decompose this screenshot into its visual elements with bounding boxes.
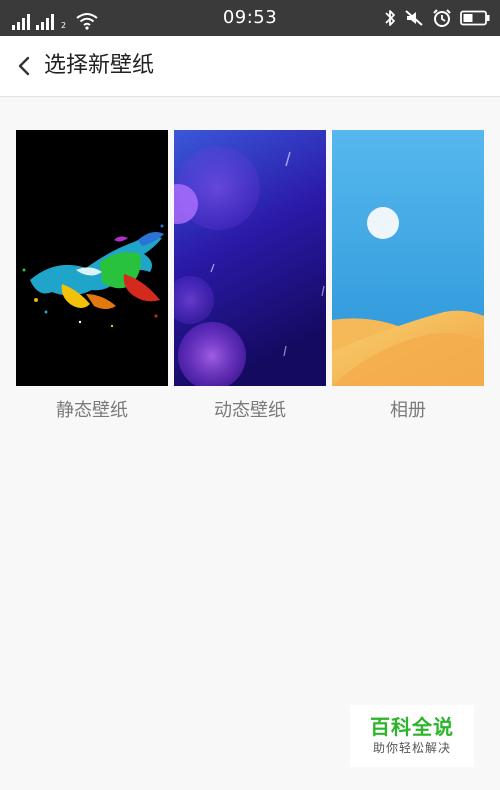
status-bar-right [384, 7, 490, 29]
watermark-subtitle: 助你轻松解决 [372, 741, 451, 755]
title-bar: 选择新壁纸 [0, 36, 500, 97]
option-album-label: 相册 [390, 400, 426, 421]
back-button[interactable] [6, 46, 42, 86]
live-wallpaper-thumbnail[interactable] [174, 130, 326, 386]
watermark-logo: 百科全说 助你轻松解决 [350, 705, 474, 767]
album-thumbnail[interactable] [332, 130, 484, 386]
option-live-wallpaper-label: 动态壁纸 [214, 400, 286, 421]
status-bar: 2 09:53 [0, 0, 500, 36]
option-static-wallpaper[interactable]: 静态壁纸 [16, 130, 168, 422]
alarm-icon [433, 9, 451, 27]
battery-icon [460, 10, 490, 26]
page-title: 选择新壁纸 [44, 53, 155, 78]
option-static-wallpaper-label: 静态壁纸 [56, 400, 128, 421]
mute-icon [405, 10, 423, 26]
wallpaper-options: 静态壁纸 动态壁纸 相册 [16, 130, 484, 422]
option-live-wallpaper[interactable]: 动态壁纸 [174, 130, 326, 422]
option-album[interactable]: 相册 [332, 130, 484, 422]
bluetooth-icon [385, 10, 395, 26]
chevron-left-icon [18, 56, 30, 76]
static-wallpaper-thumbnail[interactable] [16, 130, 168, 386]
watermark-title: 百科全说 [370, 715, 454, 739]
